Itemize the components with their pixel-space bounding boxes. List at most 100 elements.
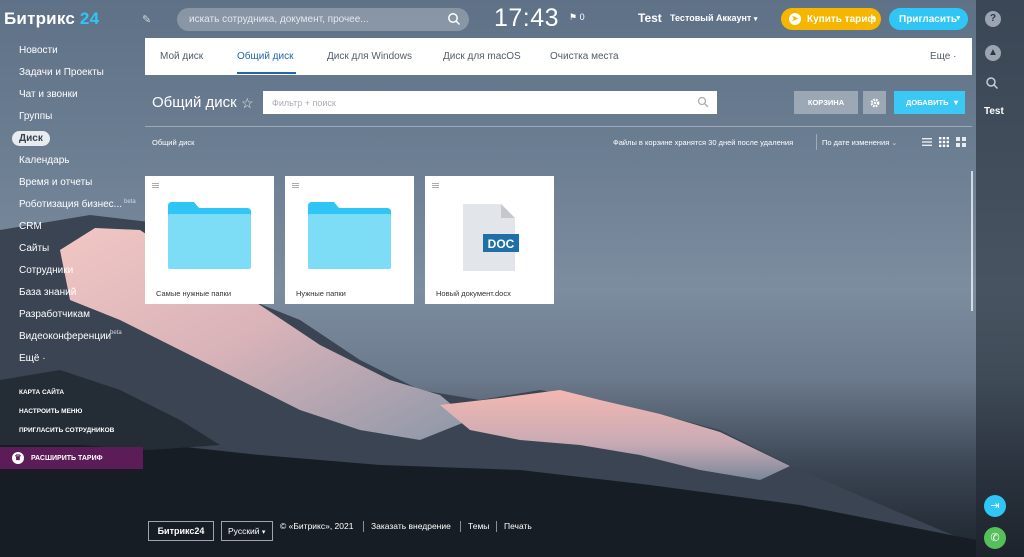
- company-logo[interactable]: Test: [638, 11, 662, 25]
- divider: [816, 134, 817, 150]
- rail-company-logo[interactable]: Test: [984, 106, 1004, 117]
- right-rail: ? ▲ Test ⇥ ✆: [976, 0, 1024, 557]
- menu-item-label: Задачи и Проекты: [19, 67, 104, 78]
- search-icon[interactable]: [985, 76, 999, 90]
- file-card-document[interactable]: DOC Новый документ.docx: [425, 176, 554, 304]
- divider: [363, 521, 364, 532]
- pencil-icon[interactable]: ✎: [142, 13, 151, 26]
- clock[interactable]: 17:43: [494, 4, 559, 33]
- file-name[interactable]: Нужные папки: [296, 289, 346, 298]
- file-card-folder[interactable]: Самые нужные папки: [145, 176, 274, 304]
- search-icon[interactable]: [447, 12, 461, 26]
- tab-my-disk[interactable]: Мой диск: [160, 51, 203, 62]
- trash-button[interactable]: КОРЗИНА: [794, 91, 858, 114]
- phone-icon[interactable]: ✆: [984, 527, 1006, 549]
- help-icon[interactable]: ?: [985, 11, 1001, 27]
- themes-link[interactable]: Темы: [468, 521, 489, 531]
- menu-item-label: Диск: [12, 131, 50, 146]
- disk-tabs: Мой диск Общий диск Диск для Windows Дис…: [145, 38, 972, 75]
- menu-item-news[interactable]: Новости: [0, 40, 143, 62]
- search-input[interactable]: [189, 14, 439, 25]
- menu-item-knowledge[interactable]: База знаний: [0, 282, 143, 304]
- chevron-down-icon: ▾: [753, 16, 758, 23]
- menu-icon[interactable]: [432, 183, 439, 188]
- filter-input[interactable]: [272, 97, 672, 108]
- upgrade-label: РАСШИРИТЬ ТАРИФ: [31, 454, 103, 462]
- sitemap-link[interactable]: КАРТА САЙТА: [0, 383, 143, 402]
- order-implementation-link[interactable]: Заказать внедрение: [371, 521, 451, 531]
- file-name[interactable]: Самые нужные папки: [156, 289, 231, 298]
- menu-item-crm[interactable]: CRM: [0, 216, 143, 238]
- page-title: Общий диск: [152, 94, 237, 111]
- settings-button[interactable]: [863, 91, 886, 114]
- bell-icon[interactable]: ▲: [985, 45, 1001, 61]
- account-menu[interactable]: Тестовый Аккаунт ▾: [670, 13, 757, 23]
- buy-plan-button[interactable]: ➤ Купить тариф ▾: [781, 8, 881, 30]
- beta-badge: beta: [110, 330, 122, 336]
- menu-item-label: Календарь: [19, 155, 70, 166]
- footer-logo[interactable]: Битрикс24: [148, 521, 214, 541]
- invite-employees-link[interactable]: ПРИГЛАСИТЬ СОТРУДНИКОВ: [0, 421, 143, 440]
- menu-item-label: Чат и звонки: [19, 89, 78, 100]
- file-name[interactable]: Новый документ.docx: [436, 289, 511, 298]
- tab-macos-disk[interactable]: Диск для macOS: [443, 51, 521, 62]
- menu-item-sites[interactable]: Сайты: [0, 238, 143, 260]
- crown-icon: ♛: [12, 452, 24, 464]
- account-name: Тестовый Аккаунт: [670, 13, 752, 23]
- menu-item-label: Сотрудники: [19, 265, 74, 276]
- divider: [460, 521, 461, 532]
- rocket-icon: ➤: [789, 13, 801, 25]
- menu-item-label: Новости: [19, 45, 58, 56]
- menu-item-calendar[interactable]: Календарь: [0, 150, 143, 172]
- menu-item-employees[interactable]: Сотрудники: [0, 260, 143, 282]
- view-switcher: [922, 137, 966, 147]
- tab-cleanup[interactable]: Очистка места: [550, 51, 619, 62]
- doc-badge-label: DOC: [487, 237, 515, 251]
- menu-item-label: CRM: [19, 221, 42, 232]
- configure-menu-link[interactable]: НАСТРОИТЬ МЕНЮ: [0, 402, 143, 421]
- menu-item-tasks[interactable]: Задачи и Проекты: [0, 62, 143, 84]
- menu-item-label: База знаний: [19, 287, 77, 298]
- star-icon[interactable]: ☆: [241, 95, 254, 112]
- chevron-down-icon: ▾: [871, 15, 875, 22]
- menu-item-chat[interactable]: Чат и звонки: [0, 84, 143, 106]
- invite-button[interactable]: Пригласить ▾: [889, 8, 968, 30]
- menu-item-time[interactable]: Время и отчеты: [0, 172, 143, 194]
- upgrade-plan-button[interactable]: ♛ РАСШИРИТЬ ТАРИФ: [0, 447, 143, 469]
- list-view-icon[interactable]: [922, 137, 932, 147]
- open-lines-icon[interactable]: ⇥: [984, 495, 1006, 517]
- grid-view-icon[interactable]: [939, 137, 949, 147]
- menu-item-video[interactable]: Видеоконференции beta: [0, 326, 143, 348]
- tabs-more-button[interactable]: Еще ·: [930, 51, 956, 62]
- menu-icon[interactable]: [152, 183, 159, 188]
- beta-badge: beta: [124, 199, 136, 205]
- add-button[interactable]: ДОБАВИТЬ ▾: [894, 91, 965, 114]
- menu-icon[interactable]: [292, 183, 299, 188]
- tab-shared-disk[interactable]: Общий диск: [237, 51, 293, 62]
- bitrix24-logo[interactable]: Битрикс 24: [4, 9, 99, 29]
- active-tab-underline: [237, 72, 296, 74]
- sort-dropdown[interactable]: По дате изменения ⌄: [822, 138, 897, 147]
- breadcrumb[interactable]: Общий диск: [152, 138, 194, 147]
- divider: [496, 521, 497, 532]
- tab-windows-disk[interactable]: Диск для Windows: [327, 51, 412, 62]
- search-icon[interactable]: [697, 96, 709, 108]
- language-selector[interactable]: Русский ▾: [221, 521, 273, 541]
- menu-item-label: Роботизация бизнес...: [19, 199, 122, 210]
- chevron-down-icon: ▾: [956, 15, 960, 22]
- flag-icon: ⚑: [569, 12, 578, 22]
- print-link[interactable]: Печать: [504, 521, 532, 531]
- file-card-folder[interactable]: Нужные папки: [285, 176, 414, 304]
- work-day-flag[interactable]: ⚑ 0: [569, 12, 585, 23]
- menu-item-disk[interactable]: Диск: [0, 128, 143, 150]
- scrollbar[interactable]: [971, 171, 973, 311]
- large-tiles-icon[interactable]: [956, 137, 966, 147]
- menu-item-groups[interactable]: Группы: [0, 106, 143, 128]
- filter-search[interactable]: [263, 91, 717, 114]
- global-search[interactable]: [177, 8, 469, 31]
- menu-item-more[interactable]: Ещё ·: [0, 348, 143, 370]
- buy-plan-label: Купить тариф: [807, 13, 877, 25]
- copyright: © «Битрикс», 2021: [280, 521, 354, 531]
- invite-label: Пригласить: [899, 13, 958, 25]
- menu-item-automation[interactable]: Роботизация бизнес... beta: [0, 194, 143, 216]
